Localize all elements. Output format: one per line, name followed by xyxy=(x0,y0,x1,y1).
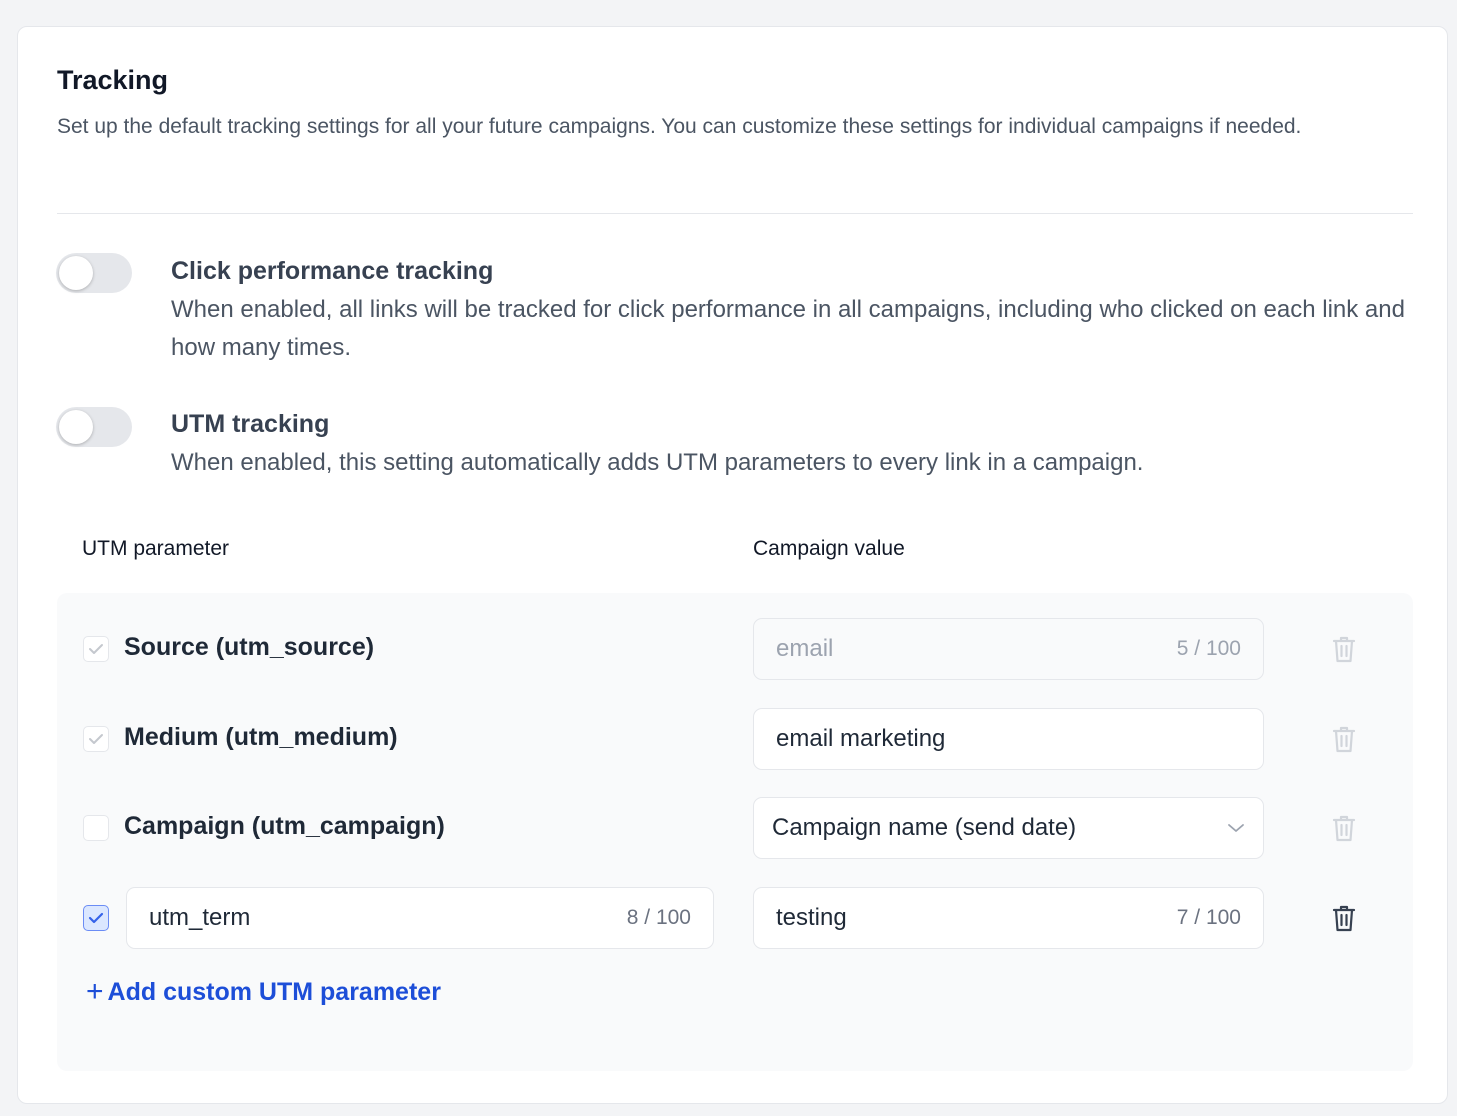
char-counter: 8 / 100 xyxy=(626,906,691,929)
add-custom-utm-label: Add custom UTM parameter xyxy=(107,977,441,1006)
utm-campaign-value-select[interactable]: Campaign name (send date) xyxy=(753,797,1264,859)
delete-utm-term-button[interactable] xyxy=(1330,903,1358,933)
delete-utm-source-button[interactable] xyxy=(1330,634,1358,664)
section-description: Set up the default tracking settings for… xyxy=(57,115,1302,138)
select-value: Campaign name (send date) xyxy=(772,814,1077,841)
check-icon xyxy=(89,734,103,744)
plus-icon: + xyxy=(86,975,104,1008)
utm-campaign-label: Campaign (utm_campaign) xyxy=(124,812,445,840)
toggle-knob xyxy=(59,410,93,444)
divider xyxy=(57,213,1413,214)
input-value: email xyxy=(776,635,834,662)
char-counter: 5 / 100 xyxy=(1176,637,1241,660)
add-custom-utm-button[interactable]: + Add custom UTM parameter xyxy=(86,977,441,1007)
utm-tracking-toggle[interactable] xyxy=(56,407,132,447)
delete-utm-medium-button[interactable] xyxy=(1330,724,1358,754)
column-header-value: Campaign value xyxy=(753,537,905,560)
input-value: email marketing xyxy=(776,725,946,752)
trash-icon xyxy=(1332,636,1356,663)
input-value: utm_term xyxy=(149,904,251,931)
utm-medium-checkbox[interactable] xyxy=(83,726,109,752)
check-icon xyxy=(88,912,104,924)
utm-campaign-checkbox[interactable] xyxy=(83,815,109,841)
delete-utm-campaign-button[interactable] xyxy=(1330,813,1358,843)
trash-icon xyxy=(1332,726,1356,753)
tracking-card: Tracking Set up the default tracking set… xyxy=(17,26,1448,1104)
utm-tracking-title: UTM tracking xyxy=(171,410,330,438)
click-tracking-description: When enabled, all links will be tracked … xyxy=(171,296,1405,361)
utm-term-checkbox[interactable] xyxy=(83,905,109,931)
column-header-parameter: UTM parameter xyxy=(82,537,230,560)
toggle-knob xyxy=(59,256,93,290)
trash-icon xyxy=(1332,905,1356,932)
trash-icon xyxy=(1332,815,1356,842)
utm-medium-value-input[interactable]: email marketing xyxy=(753,708,1264,770)
check-icon xyxy=(89,644,103,654)
section-title: Tracking xyxy=(57,65,169,95)
utm-medium-label: Medium (utm_medium) xyxy=(124,723,398,751)
char-counter: 7 / 100 xyxy=(1176,906,1241,929)
utm-source-checkbox[interactable] xyxy=(83,636,109,662)
utm-tracking-description: When enabled, this setting automatically… xyxy=(171,449,1144,476)
input-value: testing xyxy=(776,904,847,931)
utm-term-value-input[interactable]: testing 7 / 100 xyxy=(753,887,1264,949)
chevron-down-icon xyxy=(1228,824,1244,832)
utm-source-label: Source (utm_source) xyxy=(124,633,375,661)
custom-parameter-name-input[interactable]: utm_term 8 / 100 xyxy=(126,887,714,949)
utm-source-value-input[interactable]: email 5 / 100 xyxy=(753,618,1264,680)
click-tracking-title: Click performance tracking xyxy=(171,257,494,285)
click-tracking-toggle[interactable] xyxy=(56,253,132,293)
